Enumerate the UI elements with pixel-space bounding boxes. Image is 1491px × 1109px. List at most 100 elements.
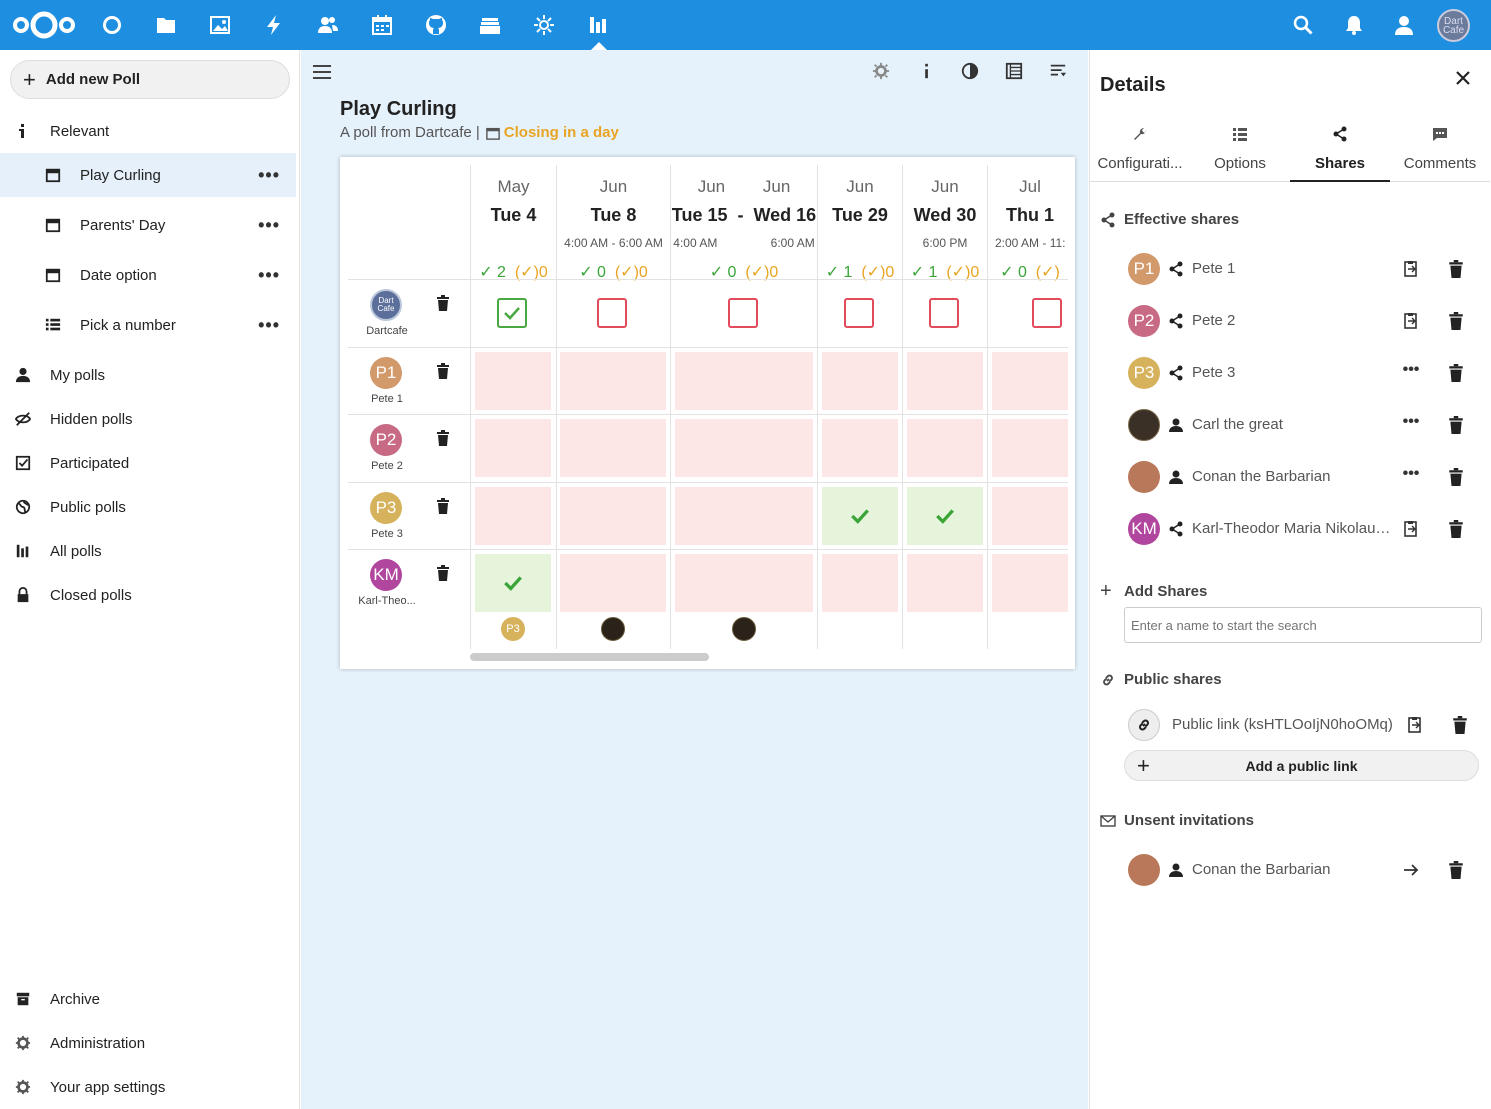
delete-trash-icon[interactable] xyxy=(436,363,450,379)
vote-cell-no xyxy=(560,554,666,612)
delete-trash-icon[interactable] xyxy=(1448,468,1464,486)
settings-gear-icon[interactable] xyxy=(872,62,892,82)
more-actions-icon[interactable]: ••• xyxy=(1402,466,1420,486)
list-view-icon[interactable] xyxy=(1005,62,1025,82)
share-item: KM Karl-Theodor Maria Nikolaus Johann Ja… xyxy=(1128,507,1480,551)
vote-checkbox[interactable] xyxy=(728,298,758,328)
user-avatar[interactable]: Dart Cafe xyxy=(1437,9,1470,42)
delete-trash-icon[interactable] xyxy=(1448,364,1464,382)
search-icon[interactable] xyxy=(1292,14,1314,36)
nav-item-relevant[interactable]: Relevant xyxy=(0,109,296,153)
share-icon xyxy=(1333,126,1347,142)
share-name: Pete 3 xyxy=(1192,364,1236,381)
nav-item-public-polls[interactable]: Public polls xyxy=(0,485,296,529)
nav-item-administration[interactable]: Administration xyxy=(0,1021,296,1065)
vote-checkbox-checked[interactable] xyxy=(497,298,527,328)
external-share-icon xyxy=(1169,261,1183,277)
delete-trash-icon[interactable] xyxy=(436,498,450,514)
weather-icon[interactable] xyxy=(533,14,557,36)
tab-configuration[interactable]: Configurati... xyxy=(1090,120,1190,182)
delete-trash-icon[interactable] xyxy=(436,565,450,581)
vote-checkbox[interactable] xyxy=(929,298,959,328)
link-avatar xyxy=(1128,709,1160,741)
theme-contrast-icon[interactable] xyxy=(961,62,981,82)
avatar: Dart Cafe xyxy=(370,289,402,321)
contacts-menu-icon[interactable] xyxy=(1393,14,1415,36)
dashboard-icon[interactable] xyxy=(101,14,125,36)
nav-item-date-option[interactable]: Date option ••• xyxy=(0,253,296,297)
copy-link-icon[interactable] xyxy=(1402,260,1420,278)
participant-row-header: Dart Cafe Dartcafe xyxy=(348,281,470,347)
delete-trash-icon[interactable] xyxy=(1448,260,1464,278)
tab-options[interactable]: Options xyxy=(1190,120,1290,182)
more-actions-icon[interactable]: ••• xyxy=(258,165,280,186)
option-month: May xyxy=(497,177,530,196)
more-actions-icon[interactable]: ••• xyxy=(1402,414,1420,434)
vote-cell-no xyxy=(560,352,666,410)
notifications-bell-icon[interactable] xyxy=(1343,14,1365,36)
close-icon[interactable] xyxy=(1455,70,1471,86)
deck-icon[interactable] xyxy=(479,14,503,36)
more-actions-icon[interactable]: ••• xyxy=(258,315,280,336)
calendar-icon xyxy=(44,166,62,184)
vote-checkbox[interactable] xyxy=(844,298,874,328)
share-name: Carl the great xyxy=(1192,416,1283,433)
copy-link-icon[interactable] xyxy=(1406,716,1424,734)
nav-item-app-settings[interactable]: Your app settings xyxy=(0,1065,296,1109)
nextcloud-logo[interactable] xyxy=(12,10,76,40)
delete-trash-icon[interactable] xyxy=(1452,716,1468,734)
contacts-icon[interactable] xyxy=(317,14,341,36)
nav-item-my-polls[interactable]: My polls xyxy=(0,353,296,397)
vote-cell-no xyxy=(992,554,1068,612)
share-item: P3 Pete 3 ••• xyxy=(1128,351,1480,395)
nav-item-all-polls[interactable]: All polls xyxy=(0,529,296,573)
nav-item-label: Relevant xyxy=(50,122,110,140)
checkbox-marked-icon xyxy=(14,454,32,472)
delete-trash-icon[interactable] xyxy=(1448,416,1464,434)
copy-link-icon[interactable] xyxy=(1402,312,1420,330)
nav-item-label: Your app settings xyxy=(50,1078,166,1096)
activity-icon[interactable] xyxy=(263,14,287,36)
nav-item-label: Play Curling xyxy=(80,166,161,184)
photos-icon[interactable] xyxy=(209,14,233,36)
send-arrow-icon[interactable] xyxy=(1402,861,1420,879)
github-icon[interactable] xyxy=(425,14,449,36)
participant-row-header: P1 Pete 1 xyxy=(348,349,470,415)
add-new-poll-button[interactable]: + Add new Poll xyxy=(10,60,290,99)
info-icon[interactable] xyxy=(918,62,938,82)
participant-row-header: P3 Pete 3 xyxy=(348,484,470,550)
nav-item-archive[interactable]: Archive xyxy=(0,977,296,1021)
more-actions-icon[interactable]: ••• xyxy=(1402,362,1420,382)
vote-cell-no xyxy=(475,352,551,410)
delete-trash-icon[interactable] xyxy=(1448,861,1464,879)
add-public-link-button[interactable]: + Add a public link xyxy=(1124,750,1479,781)
vote-checkbox[interactable] xyxy=(1032,298,1062,328)
calendar-icon xyxy=(44,216,62,234)
more-actions-icon[interactable]: ••• xyxy=(258,265,280,286)
nav-item-hidden-polls[interactable]: Hidden polls xyxy=(0,397,296,441)
option-time: 4:00 AM - 6:00 AM xyxy=(564,236,663,250)
delete-trash-icon[interactable] xyxy=(436,430,450,446)
delete-trash-icon[interactable] xyxy=(1448,312,1464,330)
more-actions-icon[interactable]: ••• xyxy=(258,215,280,236)
calendar-icon[interactable] xyxy=(371,14,395,36)
tab-shares[interactable]: Shares xyxy=(1290,120,1390,182)
nav-item-play-curling[interactable]: Play Curling ••• xyxy=(0,153,296,197)
share-search-input[interactable] xyxy=(1124,607,1482,643)
copy-link-icon[interactable] xyxy=(1402,520,1420,538)
files-icon[interactable] xyxy=(155,14,179,36)
delete-trash-icon[interactable] xyxy=(436,295,450,311)
nav-item-participated[interactable]: Participated xyxy=(0,441,296,485)
hamburger-menu-icon[interactable] xyxy=(313,64,333,80)
vote-checkbox[interactable] xyxy=(597,298,627,328)
option-month: Jun xyxy=(931,177,959,196)
tab-comments[interactable]: Comments xyxy=(1390,120,1490,182)
add-poll-label: Add new Poll xyxy=(45,71,141,88)
delete-trash-icon[interactable] xyxy=(1448,520,1464,538)
nav-item-closed-polls[interactable]: Closed polls xyxy=(0,573,296,617)
horizontal-scrollbar[interactable] xyxy=(470,653,709,661)
polls-icon[interactable] xyxy=(587,14,611,36)
filter-list-icon[interactable] xyxy=(1049,62,1069,82)
nav-item-pick-a-number[interactable]: Pick a number ••• xyxy=(0,303,296,347)
nav-item-parents-day[interactable]: Parents' Day ••• xyxy=(0,203,296,247)
